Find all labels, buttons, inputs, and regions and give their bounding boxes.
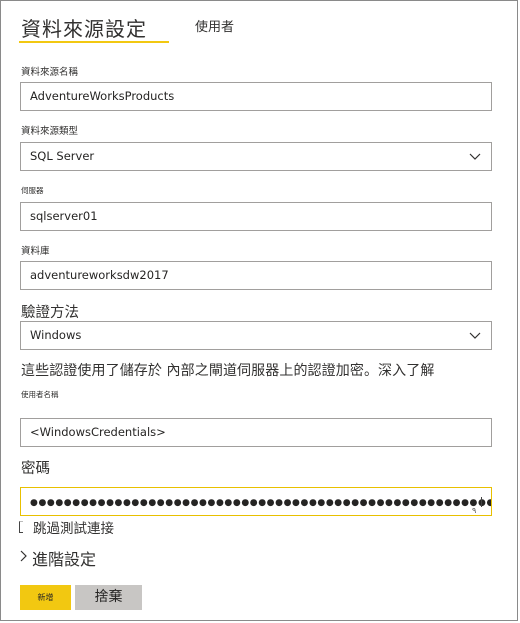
credentials-note: 這些認證使用了儲存於 內部之閘道伺服器上的認證加密。深入了解 [21,363,435,379]
data-source-type-label: 資料來源類型 [21,126,79,137]
data-source-name-input[interactable]: AdventureWorksProducts [20,82,492,111]
key-icon: ٩ [472,506,477,515]
chevron-right-icon [20,550,27,562]
username-input[interactable]: <WindowsCredentials> [20,418,492,447]
active-tab-indicator [19,41,169,43]
discard-button[interactable]: 捨棄 [75,585,142,610]
server-label: 伺服器 [21,186,44,195]
server-input[interactable]: sqlserver01 [20,202,492,231]
advanced-settings-label: 進階設定 [32,550,97,569]
username-label: 使用者名稱 [21,390,59,399]
data-source-type-value: SQL Server [30,149,95,163]
tab-users[interactable]: 使用者 [195,16,234,35]
add-button[interactable]: 新增 [20,585,71,610]
database-label: 資料庫 [21,246,50,257]
auth-method-value: Windows [30,328,82,342]
data-source-name-label: 資料來源名稱 [21,67,79,78]
chevron-down-icon [469,153,481,160]
text-caret [481,497,482,507]
skip-test-connection-label: 跳過測試連接 [33,521,114,537]
auth-method-label: 驗證方法 [21,305,79,321]
password-input[interactable]: ●●●●●●●●●●●●●●●●●●●●●●●●●●●●●●●●●●●●●●●●… [20,487,492,516]
data-source-type-select[interactable]: SQL Server [20,142,492,171]
database-input[interactable]: adventureworksdw2017 [20,261,492,290]
checkbox-icon[interactable] [19,521,23,533]
password-label: 密碼 [21,461,50,477]
chevron-down-icon [469,332,481,339]
auth-method-select[interactable]: Windows [20,321,492,350]
tab-bar: 資料來源設定 使用者 [0,0,520,48]
password-value: ●●●●●●●●●●●●●●●●●●●●●●●●●●●●●●●●●●●●●●●●… [30,498,491,508]
